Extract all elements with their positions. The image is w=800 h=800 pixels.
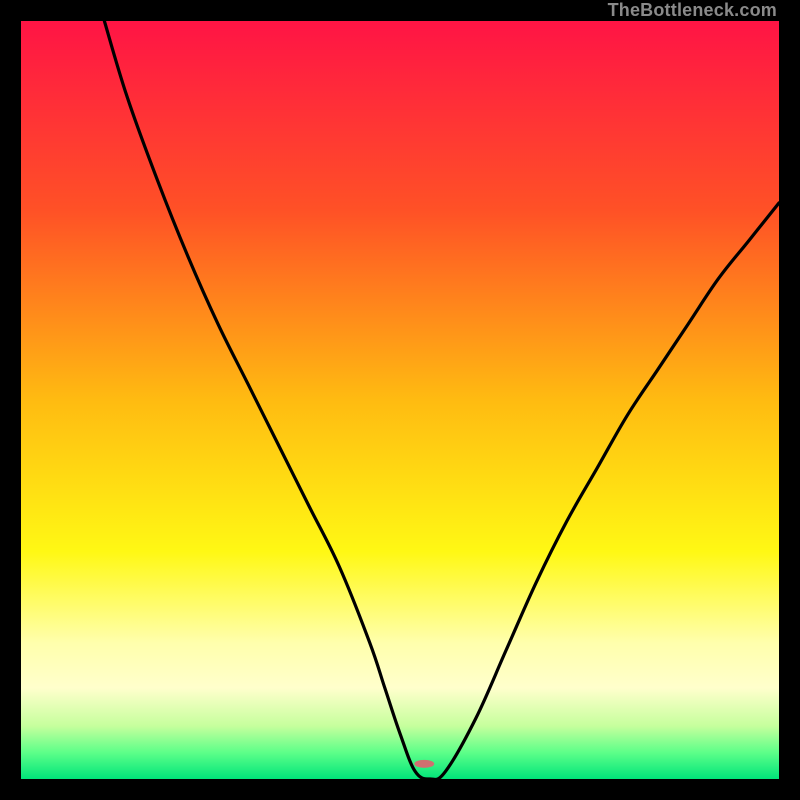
optimal-point-marker (414, 760, 434, 768)
gradient-plot (21, 21, 779, 779)
plot-area (21, 21, 779, 779)
gradient-background (21, 21, 779, 779)
watermark-label: TheBottleneck.com (608, 0, 777, 21)
chart-frame: TheBottleneck.com (0, 0, 800, 800)
